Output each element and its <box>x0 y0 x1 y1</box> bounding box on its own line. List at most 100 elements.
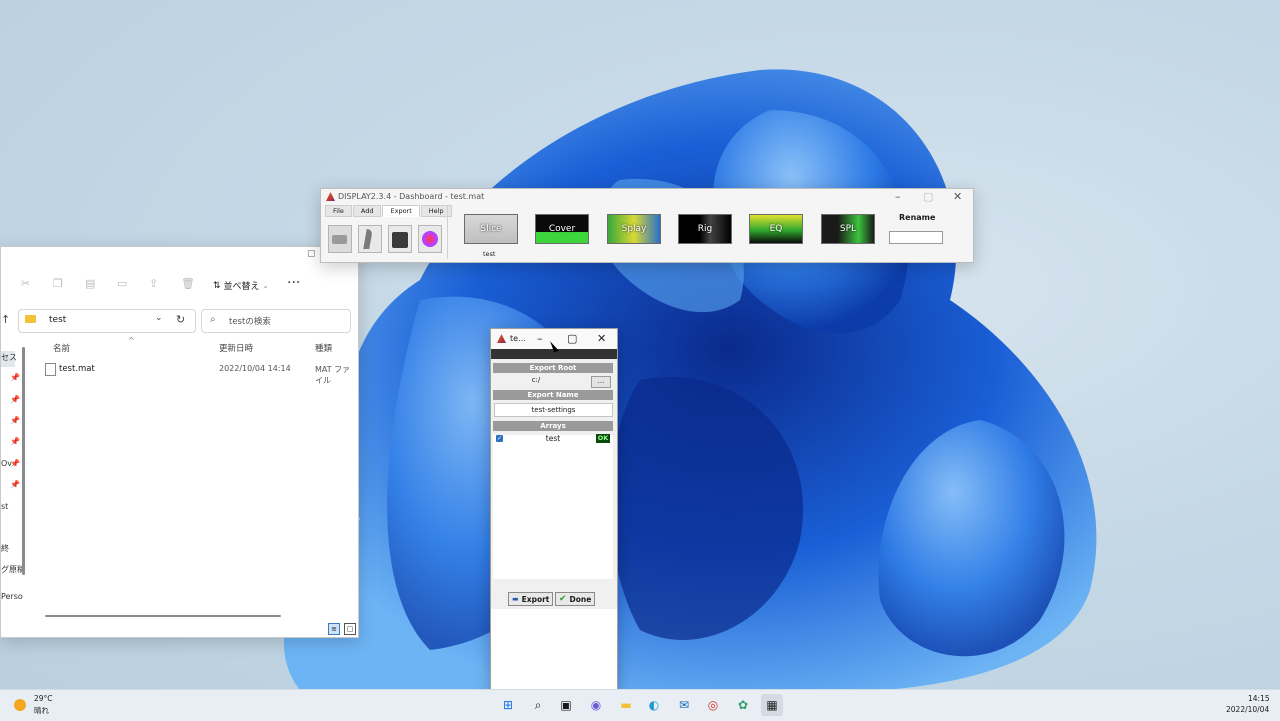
export-name-field[interactable]: test-settings <box>494 403 613 417</box>
cut-icon[interactable]: ✂ <box>21 277 30 290</box>
column-header-modified[interactable]: 更新日時 <box>219 342 253 354</box>
search-icon: ⌕ <box>210 314 216 325</box>
file-row[interactable]: test.mat 2022/10/04 14:14 MAT ファイル <box>45 363 358 385</box>
export-root-value: c:/ <box>531 376 541 384</box>
checkmark-icon: ✔ <box>559 594 567 604</box>
file-modified: 2022/10/04 14:14 <box>219 364 291 373</box>
search-input[interactable]: ⌕ testの検索 <box>201 309 351 333</box>
arrays-header: Arrays <box>493 421 613 431</box>
array-label[interactable]: test <box>483 250 495 258</box>
done-button-label: Done <box>569 594 592 604</box>
file-icon <box>45 363 56 376</box>
share-icon[interactable]: ⇪ <box>149 277 158 290</box>
pin-icon: 📌 <box>10 437 20 446</box>
details-view-icon[interactable]: ≡ <box>328 623 340 635</box>
pin-icon: 📌 <box>10 416 20 425</box>
chevron-down-icon[interactable]: ⌄ <box>155 313 163 323</box>
file-explorer-icon[interactable]: ▬ <box>615 694 637 716</box>
folder-icon <box>25 315 36 323</box>
menu-export[interactable]: Export <box>382 205 420 217</box>
menu-tabs: File Add Export Help <box>325 205 453 217</box>
edge-icon[interactable]: ◐ <box>643 694 665 716</box>
large-icons-view-icon[interactable]: ▢ <box>344 623 356 635</box>
chat-icon[interactable]: ◉ <box>585 694 607 716</box>
done-button[interactable]: ✔ Done <box>555 592 596 606</box>
speaker-export-icon[interactable] <box>388 225 412 253</box>
start-icon[interactable]: ⊞ <box>497 694 519 716</box>
display-app-icon[interactable]: ▦ <box>761 694 783 716</box>
curve-export-icon[interactable] <box>358 225 382 253</box>
sort-label: 並べ替え <box>223 282 260 292</box>
sort-indicator-icon: ^ <box>128 336 135 345</box>
rename-icon[interactable]: ▭ <box>117 277 127 290</box>
slice-button-label: Slice <box>480 224 502 234</box>
sort-button[interactable]: ⇅ 並べ替え ⌄ <box>213 279 268 293</box>
nav-item-5[interactable]: Perso <box>1 592 23 601</box>
export-button[interactable]: ▬ Export <box>508 592 554 606</box>
browse-button[interactable]: ... <box>591 376 611 388</box>
column-header-type[interactable]: 種類 <box>315 342 332 354</box>
weather-temperature[interactable]: 29°C <box>34 694 53 703</box>
clock-date[interactable]: 2022/10/04 <box>1226 705 1269 714</box>
map-export-icon[interactable] <box>418 225 442 253</box>
pin-icon: 📌 <box>10 373 20 382</box>
minimize-icon[interactable]: – <box>537 332 543 345</box>
close-icon[interactable]: ✕ <box>597 332 606 345</box>
array-checkbox[interactable]: ✓ <box>496 435 503 442</box>
splay-button[interactable]: Splay <box>607 214 661 244</box>
nav-item-0[interactable]: セス <box>1 352 17 363</box>
vertical-scrollbar[interactable] <box>22 347 25 575</box>
rename-input[interactable] <box>889 231 943 244</box>
cover-button-label: Cover <box>548 224 576 234</box>
more-options-button[interactable]: ··· <box>287 275 300 291</box>
maximize-icon[interactable]: ▢ <box>923 190 933 203</box>
pin-icon: 📌 <box>10 459 20 468</box>
taskbar: 29°C 晴れ ⊞ ⌕ ▣ ◉ ▬ ◐ ✉ ◎ ✿ ▦ 14:15 2022/1… <box>0 689 1280 721</box>
toolbar-separator <box>447 205 448 259</box>
spl-button-label: SPL <box>839 224 857 234</box>
task-view-icon[interactable]: ▣ <box>555 694 577 716</box>
column-header-name[interactable]: 名前 <box>53 342 70 354</box>
slice-button[interactable]: Slice <box>464 214 518 244</box>
app-icon[interactable]: ✿ <box>732 694 754 716</box>
rig-button-label: Rig <box>697 224 713 234</box>
paste-icon[interactable]: ▤ <box>85 277 95 290</box>
splay-button-label: Splay <box>621 224 647 234</box>
array-status-badge: OK <box>596 434 610 443</box>
dialog-bottom-area <box>491 609 617 691</box>
pin-icon: 📌 <box>10 395 20 404</box>
menu-add[interactable]: Add <box>352 205 382 217</box>
minimize-icon[interactable]: – <box>895 190 901 203</box>
cover-button[interactable]: Cover <box>535 214 589 244</box>
up-arrow-icon[interactable]: ↑ <box>1 313 10 326</box>
array-name: test <box>545 434 561 443</box>
clock-time[interactable]: 14:15 <box>1248 694 1270 703</box>
weather-description[interactable]: 晴れ <box>34 705 49 716</box>
copy-icon[interactable]: ❐ <box>53 277 63 290</box>
maximize-icon[interactable]: ▢ <box>567 332 577 345</box>
pin-icon: 📌 <box>10 480 20 489</box>
export-button-label: Export <box>521 594 550 604</box>
refresh-icon[interactable]: ↻ <box>176 313 185 326</box>
menu-file[interactable]: File <box>325 205 352 217</box>
window-restore-icon[interactable]: ▢ <box>307 249 316 259</box>
close-icon[interactable]: ✕ <box>953 190 962 203</box>
sun-icon[interactable] <box>14 699 26 711</box>
chrome-icon[interactable]: ◎ <box>702 694 724 716</box>
print-icon[interactable] <box>328 225 352 253</box>
search-icon[interactable]: ⌕ <box>527 694 549 716</box>
matlab-icon <box>497 334 506 343</box>
horizontal-scrollbar[interactable] <box>45 615 281 617</box>
dialog-title: te... <box>510 334 526 343</box>
eq-button[interactable]: EQ <box>749 214 803 244</box>
nav-item-3[interactable]: 終 <box>1 543 9 554</box>
outlook-icon[interactable]: ✉ <box>673 694 695 716</box>
eq-button-label: EQ <box>769 224 783 234</box>
address-bar[interactable]: test ⌄ <box>18 309 196 333</box>
rig-button[interactable]: Rig <box>678 214 732 244</box>
file-name: test.mat <box>59 364 95 374</box>
nav-item-2[interactable]: st <box>1 502 8 511</box>
spl-button[interactable]: SPL <box>821 214 875 244</box>
dashboard-window: DISPLAY2.3.4 - Dashboard - test.mat – ▢ … <box>320 188 974 263</box>
delete-icon[interactable]: 🗑 <box>181 277 195 290</box>
